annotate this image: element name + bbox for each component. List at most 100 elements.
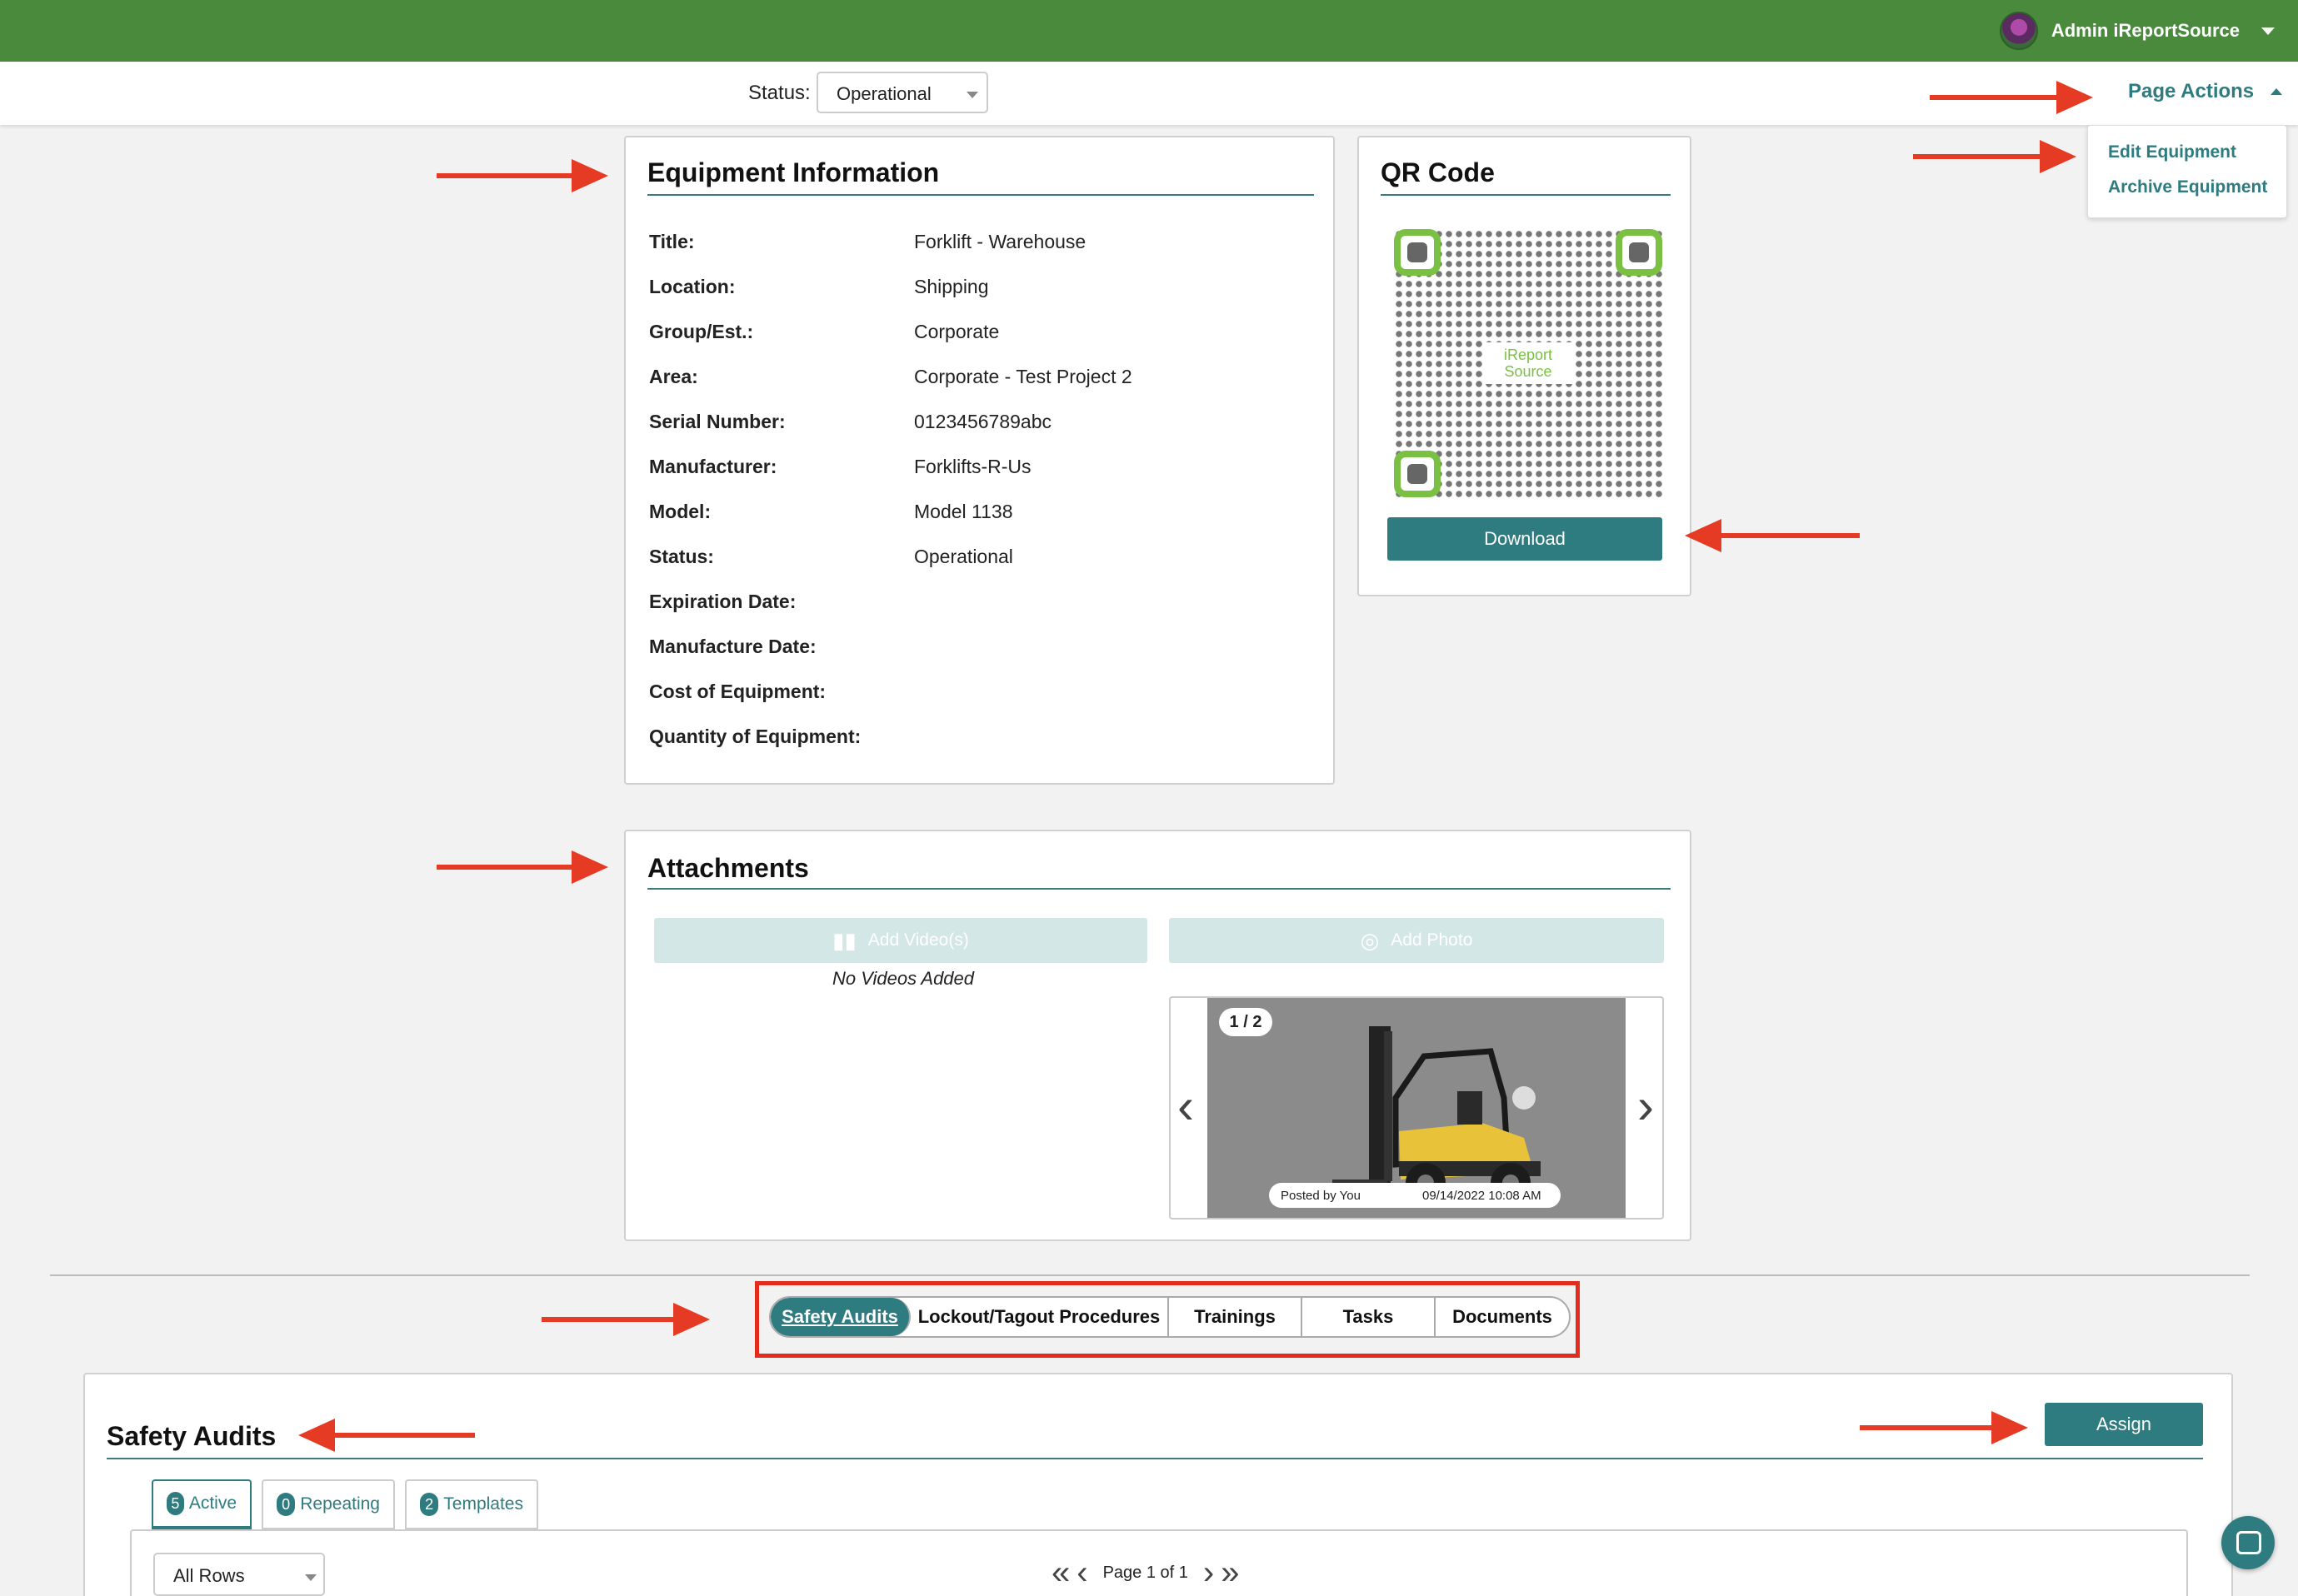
first-page-icon[interactable]: « <box>1052 1556 1070 1589</box>
posted-info: Posted by You 09/14/2022 10:08 AM <box>1269 1183 1561 1208</box>
info-value: Forklift - Warehouse <box>914 231 1087 252</box>
rows-select[interactable]: All Rows <box>153 1553 325 1596</box>
subtab-active-label: Active <box>188 1494 237 1513</box>
annotation-arrow <box>1685 519 1860 552</box>
audits-table-container: All Rows « ‹ Page 1 of 1 › » <box>130 1529 2188 1596</box>
repeating-count-badge: 0 <box>277 1493 296 1516</box>
info-value: Shipping <box>914 276 989 297</box>
add-photo-label: Add Photo <box>1391 930 1473 950</box>
download-button[interactable]: Download <box>1387 517 1662 561</box>
annotation-arrow <box>542 1303 710 1336</box>
user-name: Admin iReportSource <box>2051 20 2240 41</box>
top-bar: Admin iReportSource <box>0 0 2298 62</box>
tab-trainings[interactable]: Trainings <box>1169 1298 1302 1336</box>
tab-safety-audits[interactable]: Safety Audits <box>771 1298 911 1336</box>
info-label: Manufacture Date: <box>649 636 817 657</box>
title-rule <box>647 888 1671 890</box>
add-video-button[interactable]: ▮▮ Add Video(s) <box>654 918 1147 963</box>
chevron-up-icon <box>2271 88 2283 95</box>
info-label: Area: <box>649 366 698 387</box>
info-label: Location: <box>649 276 736 297</box>
menu-item-edit-equipment[interactable]: Edit Equipment <box>2108 142 2236 162</box>
qr-finder-bottom-left <box>1394 451 1441 497</box>
subtab-templates[interactable]: 2 Templates <box>405 1479 538 1529</box>
status-label: Status: <box>748 82 811 104</box>
equipment-info-title: Equipment Information <box>647 157 940 187</box>
qr-logo: iReport Source <box>1482 342 1574 384</box>
no-videos-text: No Videos Added <box>832 968 975 989</box>
annotation-arrow <box>1913 140 2076 173</box>
title-rule <box>647 194 1314 196</box>
section-divider <box>50 1274 2250 1276</box>
annotation-arrow <box>1860 1411 2028 1444</box>
info-label: Group/Est.: <box>649 321 754 342</box>
templates-count-badge: 2 <box>420 1493 439 1516</box>
subtab-repeating-label: Repeating <box>300 1494 380 1514</box>
assign-button[interactable]: Assign <box>2045 1403 2203 1446</box>
info-label: Cost of Equipment: <box>649 681 827 702</box>
rows-select-value: All Rows <box>173 1565 245 1586</box>
info-label: Title: <box>649 231 695 252</box>
posted-date: 09/14/2022 10:08 AM <box>1422 1189 1541 1203</box>
attachments-title: Attachments <box>647 853 809 883</box>
active-count-badge: 5 <box>167 1492 184 1515</box>
posted-by: Posted by You <box>1281 1189 1361 1203</box>
video-icon: ▮▮ <box>832 927 857 953</box>
safety-audits-title: Safety Audits <box>107 1421 277 1451</box>
tab-lockout-tagout[interactable]: Lockout/Tagout Procedures <box>911 1298 1169 1336</box>
chevron-right-icon[interactable]: › <box>1637 1081 1654 1131</box>
qr-finder-top-left <box>1394 229 1441 276</box>
add-photo-button[interactable]: ◎ Add Photo <box>1169 918 1664 963</box>
page-actions-button[interactable]: Page Actions <box>2128 80 2283 103</box>
next-page-icon[interactable]: › <box>1203 1556 1214 1589</box>
info-label: Model: <box>649 501 712 522</box>
qr-code-image: iReport Source <box>1394 229 1662 497</box>
chevron-left-icon[interactable]: ‹ <box>1177 1081 1194 1131</box>
info-label: Serial Number: <box>649 411 786 432</box>
annotation-arrow <box>1930 81 2093 114</box>
equipment-tabs: Safety Audits Lockout/Tagout Procedures … <box>769 1296 1571 1338</box>
chevron-down-icon <box>305 1574 317 1581</box>
prev-page-icon[interactable]: ‹ <box>1077 1556 1087 1589</box>
carousel-counter: 1 / 2 <box>1219 1008 1272 1036</box>
menu-item-archive-equipment[interactable]: Archive Equipment <box>2108 177 2267 197</box>
safety-audits-panel: Safety Audits Assign 5 Active 0 Repeatin… <box>83 1373 2233 1596</box>
chevron-down-icon <box>967 92 978 98</box>
subtab-repeating[interactable]: 0 Repeating <box>262 1479 395 1529</box>
qr-finder-top-right <box>1616 229 1662 276</box>
page-indicator: Page 1 of 1 <box>1102 1563 1188 1582</box>
info-label: Manufacturer: <box>649 456 777 477</box>
add-video-label: Add Video(s) <box>867 930 969 950</box>
attachments-card: Attachments ▮▮ Add Video(s) ◎ Add Photo … <box>624 830 1691 1241</box>
pagination: « ‹ Page 1 of 1 › » <box>1048 1556 1242 1589</box>
info-value: Corporate <box>914 321 1000 342</box>
equipment-info-card: Equipment Information Title: Forklift - W… <box>624 136 1335 785</box>
qr-code-title: QR Code <box>1381 157 1495 187</box>
status-select[interactable]: Operational <box>817 72 988 113</box>
chat-icon[interactable] <box>2221 1516 2275 1569</box>
forklift-photo[interactable]: 1 / 2 Posted by You 09/14/2022 10:08 AM <box>1207 998 1626 1218</box>
title-rule <box>107 1458 2203 1459</box>
sub-bar: Status: Operational Page Actions <box>0 62 2298 125</box>
status-select-value: Operational <box>837 83 932 104</box>
user-menu[interactable]: Admin iReportSource <box>1999 12 2275 50</box>
annotation-arrow <box>437 850 608 884</box>
camera-icon: ◎ <box>1360 927 1380 953</box>
annotation-arrow <box>437 159 608 192</box>
tab-tasks[interactable]: Tasks <box>1302 1298 1436 1336</box>
page-actions-menu: Edit Equipment Archive Equipment <box>2087 125 2287 218</box>
qr-code-card: QR Code iReport Source Download <box>1357 136 1691 596</box>
info-value: Operational <box>914 546 1013 567</box>
info-label: Status: <box>649 546 714 567</box>
info-label: Expiration Date: <box>649 591 797 612</box>
last-page-icon[interactable]: » <box>1221 1556 1239 1589</box>
info-value: Model 1138 <box>914 501 1013 522</box>
annotation-arrow <box>298 1419 475 1452</box>
page-actions-label: Page Actions <box>2128 80 2255 102</box>
subtab-active[interactable]: 5 Active <box>152 1479 252 1529</box>
info-label: Quantity of Equipment: <box>649 726 862 747</box>
title-rule <box>1381 194 1671 196</box>
info-value: Corporate - Test Project 2 <box>914 366 1132 387</box>
tab-documents[interactable]: Documents <box>1436 1298 1569 1336</box>
chevron-down-icon <box>2261 27 2275 35</box>
